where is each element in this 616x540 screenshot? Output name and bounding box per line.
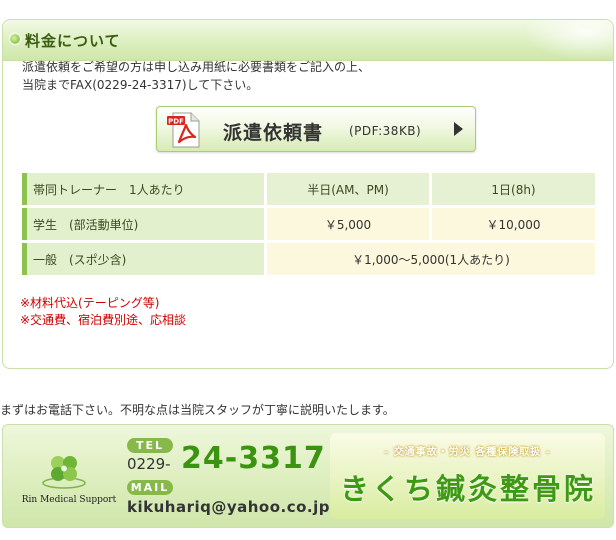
table-row-header: 帯同トレーナー 1人あたり 半日(AM、PM) 1日(8h) <box>22 173 595 205</box>
col-header-halfday: 半日(AM、PM) <box>267 173 429 205</box>
intro-text: 派遣依頼をご希望の方は申し込み用紙に必要書類をご記入の上、 当院までFAX(02… <box>22 58 370 94</box>
table-row-general: 一般 (スポ少含) ￥1,000～5,000(1人あたり) <box>22 243 595 275</box>
mail-label: MAIL <box>127 480 173 495</box>
pdf-download-button[interactable]: PDF 派遣依頼書 (PDF:38KB) <box>156 106 476 152</box>
row-label-general: 一般 (スポ少含) <box>22 243 264 275</box>
tel-label: TEL <box>127 438 173 453</box>
logo: Rin Medical Support <box>13 447 123 517</box>
contact-banner[interactable]: Rin Medical Support TEL 0229- 24-3317 MA… <box>2 424 614 528</box>
pdf-button-label: 派遣依頼書 <box>223 122 324 144</box>
arrow-right-icon <box>454 122 463 136</box>
fee-table: 帯同トレーナー 1人あたり 半日(AM、PM) 1日(8h) 学生 (部活動単位… <box>19 170 598 278</box>
section-title: 料金について <box>25 32 121 50</box>
intro-line-1: 派遣依頼をご希望の方は申し込み用紙に必要書類をご記入の上、 <box>22 60 371 74</box>
fee-notes: ※材料代込(テーピング等) ※交通費、宿泊費別途、応相談 <box>20 295 186 329</box>
intro-line-2: 当院までFAX(0229-24-3317)して下さい。 <box>22 78 259 92</box>
header-decoration <box>523 20 613 60</box>
phone-prefix[interactable]: 0229- <box>127 455 171 473</box>
panel-header: 料金について <box>3 20 613 61</box>
row-label-trainer: 帯同トレーナー 1人あたり <box>22 173 264 205</box>
clinic-name-box: - 交通事故・労災 各種保険取扱 - きくち鍼灸整骨院 <box>330 433 605 519</box>
pdf-file-size: (PDF:38KB) <box>349 124 422 138</box>
pdf-icon-text: PDF <box>168 117 184 125</box>
phone-number[interactable]: 24-3317 <box>181 441 326 476</box>
note-materials: ※材料代込(テーピング等) <box>20 296 160 310</box>
email-link[interactable]: kikuhariq@yahoo.co.jp <box>127 498 330 516</box>
table-row-student: 学生 (部活動単位) ￥5,000 ￥10,000 <box>22 208 595 240</box>
col-header-fullday: 1日(8h) <box>432 173 595 205</box>
clinic-name: きくち鍼灸整骨院 <box>339 472 596 506</box>
call-note: まずはお電話下さい。不明な点は当院スタッフが丁寧に説明いたします。 <box>0 403 395 417</box>
clinic-subtitle: - 交通事故・労災 各種保険取扱 - <box>384 447 551 458</box>
student-halfday-fee: ￥5,000 <box>267 208 429 240</box>
general-fee: ￥1,000～5,000(1人あたり) <box>267 243 595 275</box>
note-travel: ※交通費、宿泊費別途、応相談 <box>20 313 187 327</box>
leaf-bullet-icon <box>9 33 21 45</box>
row-label-student: 学生 (部活動単位) <box>22 208 264 240</box>
logo-text: Rin Medical Support <box>21 495 117 505</box>
student-fullday-fee: ￥10,000 <box>432 208 595 240</box>
clover-logo-icon <box>42 456 86 489</box>
pdf-file-icon: PDF <box>167 112 200 148</box>
